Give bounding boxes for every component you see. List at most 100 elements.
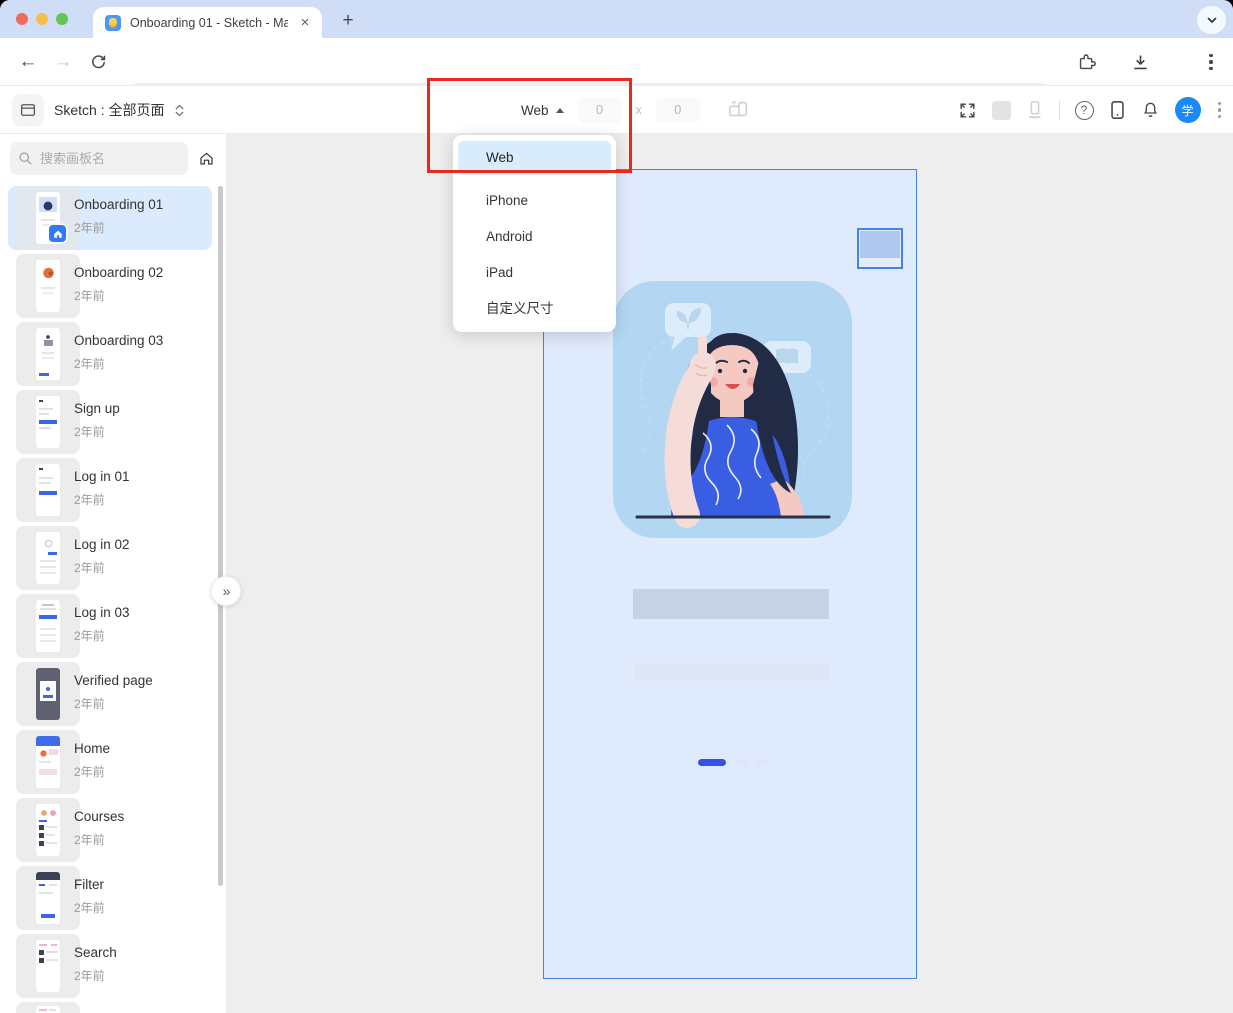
dimension-separator: x: [635, 103, 642, 117]
forward-button[interactable]: →: [51, 50, 75, 74]
search-icon: [19, 152, 32, 165]
artboard-time: 2年前: [74, 289, 105, 303]
artboard-name: Log in 03: [74, 605, 130, 620]
close-tab-icon[interactable]: ×: [296, 14, 314, 32]
menu-item-android[interactable]: Android: [453, 219, 616, 255]
sidebar-item-sign-up[interactable]: Sign up 2年前: [8, 390, 212, 454]
artboard-time: 2年前: [74, 629, 105, 643]
expand-sidebar-button[interactable]: »: [211, 576, 241, 606]
browser-toolbar: ← → clouddemo.marklion.net/interactionvi…: [0, 38, 1233, 119]
artboard-time: 2年前: [74, 697, 105, 711]
pagination-active-dot: [698, 759, 726, 766]
download-icon[interactable]: [1128, 50, 1152, 74]
device-frame-icon[interactable]: [1026, 100, 1044, 120]
background-swatch-button[interactable]: [991, 100, 1011, 120]
sidebar-item-courses[interactable]: Courses 2年前: [8, 798, 212, 862]
menu-item-custom-size[interactable]: 自定义尺寸: [453, 291, 616, 327]
artboard-name: Search: [74, 945, 117, 960]
sidebar-item-onboarding-03[interactable]: Onboarding 03 2年前: [8, 322, 212, 386]
chevron-down-icon: [1207, 17, 1216, 23]
artboard-thumbnail: [16, 934, 80, 998]
sidebar-item-onboarding-02[interactable]: Onboarding 02 2年前: [8, 254, 212, 318]
artboard-name: Log in 02: [74, 537, 130, 552]
sidebar-item-verified-page[interactable]: Verified page 2年前: [8, 662, 212, 726]
artboard-thumbnail: [16, 186, 80, 250]
caret-up-icon: [555, 107, 564, 113]
width-input[interactable]: 0: [577, 97, 622, 123]
extensions-icon[interactable]: [1074, 50, 1098, 74]
placeholder-heading-bar: [633, 589, 829, 619]
artboard-thumbnail: [16, 526, 80, 590]
pagination-dot: [756, 760, 767, 766]
sidebar-scrollbar[interactable]: [218, 186, 223, 886]
tab-title: Onboarding 01 - Sketch - Mar: [130, 15, 288, 30]
artboard-time: 2年前: [74, 221, 105, 235]
new-tab-button[interactable]: +: [334, 8, 362, 36]
close-window-button[interactable]: [16, 13, 28, 25]
artboard-name: Verified page: [74, 673, 153, 688]
artboard-name: Home: [74, 741, 111, 756]
back-button[interactable]: ←: [16, 50, 40, 74]
artboard-thumbnail: [16, 322, 80, 386]
sidebar-item-log-in-02[interactable]: Log in 02 2年前: [8, 526, 212, 590]
sidebar-item-log-in-03[interactable]: Log in 03 2年前: [8, 594, 212, 658]
illustration-card: [613, 281, 852, 538]
artboard-thumbnail: [16, 458, 80, 522]
tab-search-button[interactable]: [1197, 6, 1226, 34]
help-icon[interactable]: ?: [1074, 100, 1094, 120]
selected-element-rect[interactable]: [857, 228, 903, 269]
artboard-name: Courses: [74, 809, 125, 824]
sidebar-item-partial[interactable]: [8, 1002, 212, 1013]
menu-item-iphone[interactable]: iPhone: [453, 183, 616, 219]
user-avatar[interactable]: 学: [1174, 97, 1201, 123]
artboard-name: Onboarding 01: [74, 197, 164, 212]
notifications-bell-icon[interactable]: [1141, 100, 1160, 120]
rotate-device-icon[interactable]: [726, 99, 750, 121]
reload-button[interactable]: [86, 50, 110, 74]
device-size-menu: Web iPhone Android iPad 自定义尺寸: [453, 135, 616, 332]
preview-canvas[interactable]: [227, 134, 1233, 1013]
fullscreen-icon[interactable]: [958, 101, 977, 120]
pages-panel-button[interactable]: [12, 94, 44, 126]
app-toolbar: Sketch : 全部页面 Web 0 x 0 ? 学: [0, 86, 1233, 134]
browser-window: Onboarding 01 - Sketch - Mar × + ← → clo…: [0, 0, 1233, 1013]
artboard-time: 2年前: [74, 969, 105, 983]
tab-favicon-icon: [105, 14, 121, 31]
artboard-time: 2年前: [74, 901, 105, 915]
toolbar-divider: [1058, 100, 1060, 120]
artboard-time: 2年前: [74, 561, 105, 575]
artboard-sidebar: Onboarding 01 2年前 Onboarding 02 2年前 Onbo…: [0, 134, 227, 1013]
placeholder-text-bar: [634, 665, 830, 679]
more-menu-icon[interactable]: [1216, 100, 1224, 121]
height-input[interactable]: 0: [655, 97, 700, 123]
onboarding-illustration: [635, 303, 831, 528]
artboard-thumbnail: [16, 662, 80, 726]
menu-item-ipad[interactable]: iPad: [453, 255, 616, 291]
search-input[interactable]: [10, 142, 188, 175]
artboard-name: Sign up: [74, 401, 120, 416]
artboard-thumbnail: [16, 594, 80, 658]
artboard-time: 2年前: [74, 425, 105, 439]
project-page-label[interactable]: Sketch : 全部页面: [54, 100, 164, 120]
browser-tab[interactable]: Onboarding 01 - Sketch - Mar ×: [93, 7, 322, 38]
artboard-list: Onboarding 01 2年前 Onboarding 02 2年前 Onbo…: [0, 186, 227, 1013]
sidebar-item-filter[interactable]: Filter 2年前: [8, 866, 212, 930]
sidebar-item-onboarding-01[interactable]: Onboarding 01 2年前: [8, 186, 212, 250]
chevron-updown-icon[interactable]: [174, 103, 185, 118]
sidebar-item-home[interactable]: Home 2年前: [8, 730, 212, 794]
device-size-dropdown[interactable]: Web: [521, 103, 564, 118]
minimize-window-button[interactable]: [36, 13, 48, 25]
home-artboard-badge-icon: [49, 225, 66, 242]
artboard-name: Filter: [74, 877, 104, 892]
menu-item-web[interactable]: Web: [458, 141, 611, 175]
sidebar-item-log-in-01[interactable]: Log in 01 2年前: [8, 458, 212, 522]
artboard-thumbnail: [16, 798, 80, 862]
device-size-value: Web: [521, 102, 549, 118]
artboard-thumbnail: [16, 730, 80, 794]
sidebar-item-search[interactable]: Search 2年前: [8, 934, 212, 998]
mobile-preview-icon[interactable]: [1109, 100, 1126, 120]
zoom-window-button[interactable]: [56, 13, 68, 25]
browser-menu-icon[interactable]: [1199, 50, 1223, 74]
window-icon: [20, 104, 36, 116]
home-icon[interactable]: [198, 150, 215, 167]
